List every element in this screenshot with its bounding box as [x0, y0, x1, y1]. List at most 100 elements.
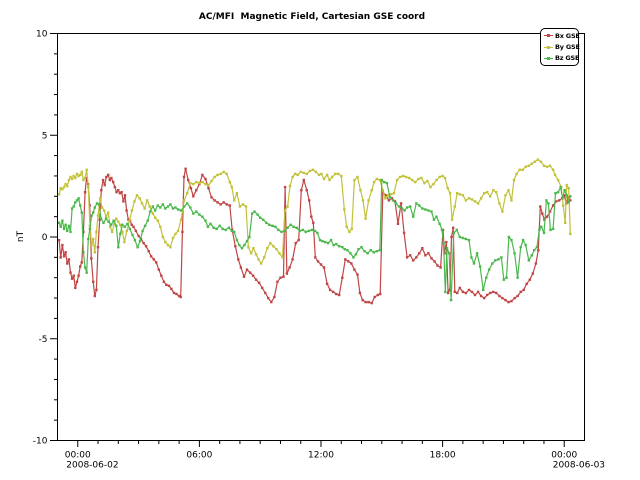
- data-point-marker: [559, 186, 561, 188]
- data-point-marker: [141, 202, 143, 204]
- data-point-marker: [326, 283, 328, 285]
- data-point-marker: [273, 296, 275, 298]
- data-point-marker: [291, 258, 293, 260]
- data-point-marker: [265, 222, 267, 224]
- data-point-marker: [479, 265, 481, 267]
- data-point-marker: [136, 194, 138, 196]
- data-point-marker: [494, 259, 496, 261]
- data-point-marker: [311, 229, 313, 231]
- data-point-marker: [157, 220, 159, 222]
- legend-label-by: By GSE: [555, 43, 580, 51]
- data-point-marker: [177, 230, 179, 232]
- data-point-marker: [128, 220, 130, 222]
- data-point-marker: [393, 192, 395, 194]
- data-point-marker: [253, 210, 255, 212]
- data-point-marker: [111, 231, 113, 233]
- data-point-marker: [498, 202, 500, 204]
- data-point-marker: [356, 176, 358, 178]
- data-point-marker: [540, 161, 542, 163]
- data-point-marker: [298, 239, 300, 241]
- data-point-marker: [439, 266, 441, 268]
- data-point-marker: [87, 186, 89, 188]
- data-point-marker: [170, 288, 172, 290]
- data-point-marker: [77, 197, 79, 199]
- data-point-marker: [159, 206, 161, 208]
- data-point-marker: [204, 178, 206, 180]
- data-point-marker: [535, 262, 537, 264]
- x-tick-label: 00:00: [551, 451, 577, 461]
- data-point-marker: [163, 281, 165, 283]
- data-point-marker: [528, 259, 530, 261]
- data-point-marker: [341, 246, 343, 248]
- data-point-marker: [338, 294, 340, 296]
- data-point-marker: [379, 249, 381, 251]
- data-point-marker: [468, 197, 470, 199]
- data-point-marker: [557, 191, 559, 193]
- data-point-marker: [133, 200, 135, 202]
- data-point-marker: [192, 212, 194, 214]
- data-point-marker: [402, 175, 404, 177]
- data-point-marker: [279, 277, 281, 279]
- data-point-marker: [531, 254, 533, 256]
- data-point-marker: [508, 236, 510, 238]
- data-point-marker: [207, 187, 209, 189]
- y-axis: -10-50510: [33, 30, 58, 447]
- data-point-marker: [549, 165, 551, 167]
- data-point-marker: [81, 171, 83, 173]
- data-point-marker: [546, 166, 548, 168]
- data-point-marker: [321, 240, 323, 242]
- data-point-marker: [363, 250, 365, 252]
- data-point-marker: [84, 191, 86, 193]
- data-point-marker: [462, 291, 464, 293]
- data-point-marker: [58, 222, 60, 224]
- data-point-marker: [409, 205, 411, 207]
- data-point-marker: [223, 171, 225, 173]
- data-point-marker: [308, 199, 310, 201]
- data-point-marker: [60, 226, 62, 228]
- data-point-marker: [359, 189, 361, 191]
- data-point-marker: [201, 216, 203, 218]
- data-point-marker: [412, 216, 414, 218]
- y-tick-label: -10: [33, 437, 48, 447]
- data-point-marker: [520, 246, 522, 248]
- data-point-marker: [545, 199, 547, 201]
- data-point-marker: [229, 181, 231, 183]
- data-point-marker: [498, 295, 500, 297]
- data-point-marker: [337, 173, 339, 175]
- data-point-marker: [274, 226, 276, 228]
- data-point-marker: [243, 244, 245, 246]
- data-point-marker: [284, 209, 286, 211]
- data-point-marker: [379, 293, 381, 295]
- data-point-marker: [167, 244, 169, 246]
- series-line: [59, 169, 570, 303]
- data-point-marker: [68, 179, 70, 181]
- data-point-marker: [201, 174, 203, 176]
- data-point-marker: [306, 189, 308, 191]
- data-point-marker: [427, 252, 429, 254]
- data-point-marker: [538, 229, 540, 231]
- data-point-marker: [66, 185, 68, 187]
- data-point-marker: [66, 262, 68, 264]
- data-point-marker: [154, 217, 156, 219]
- data-point-marker: [112, 181, 114, 183]
- data-point-marker: [470, 256, 472, 258]
- data-point-marker: [526, 283, 528, 285]
- data-point-marker: [569, 195, 571, 197]
- data-point-marker: [152, 205, 154, 207]
- data-point-marker: [234, 245, 236, 247]
- data-point-marker: [226, 203, 228, 205]
- data-point-marker: [174, 233, 176, 235]
- data-point-marker: [315, 171, 317, 173]
- x-axis: 00:002008-06-0206:0012:0018:0000:002008-…: [65, 441, 605, 471]
- data-point-marker: [392, 199, 394, 201]
- y-tick-label: 5: [42, 131, 48, 141]
- data-point-marker: [141, 230, 143, 232]
- data-point-marker: [489, 292, 491, 294]
- data-point-marker: [216, 201, 218, 203]
- data-point-marker: [220, 173, 222, 175]
- data-point-marker: [532, 272, 534, 274]
- data-point-marker: [429, 186, 431, 188]
- data-point-marker: [328, 179, 330, 181]
- data-point-marker: [102, 179, 104, 181]
- data-point-marker: [543, 165, 545, 167]
